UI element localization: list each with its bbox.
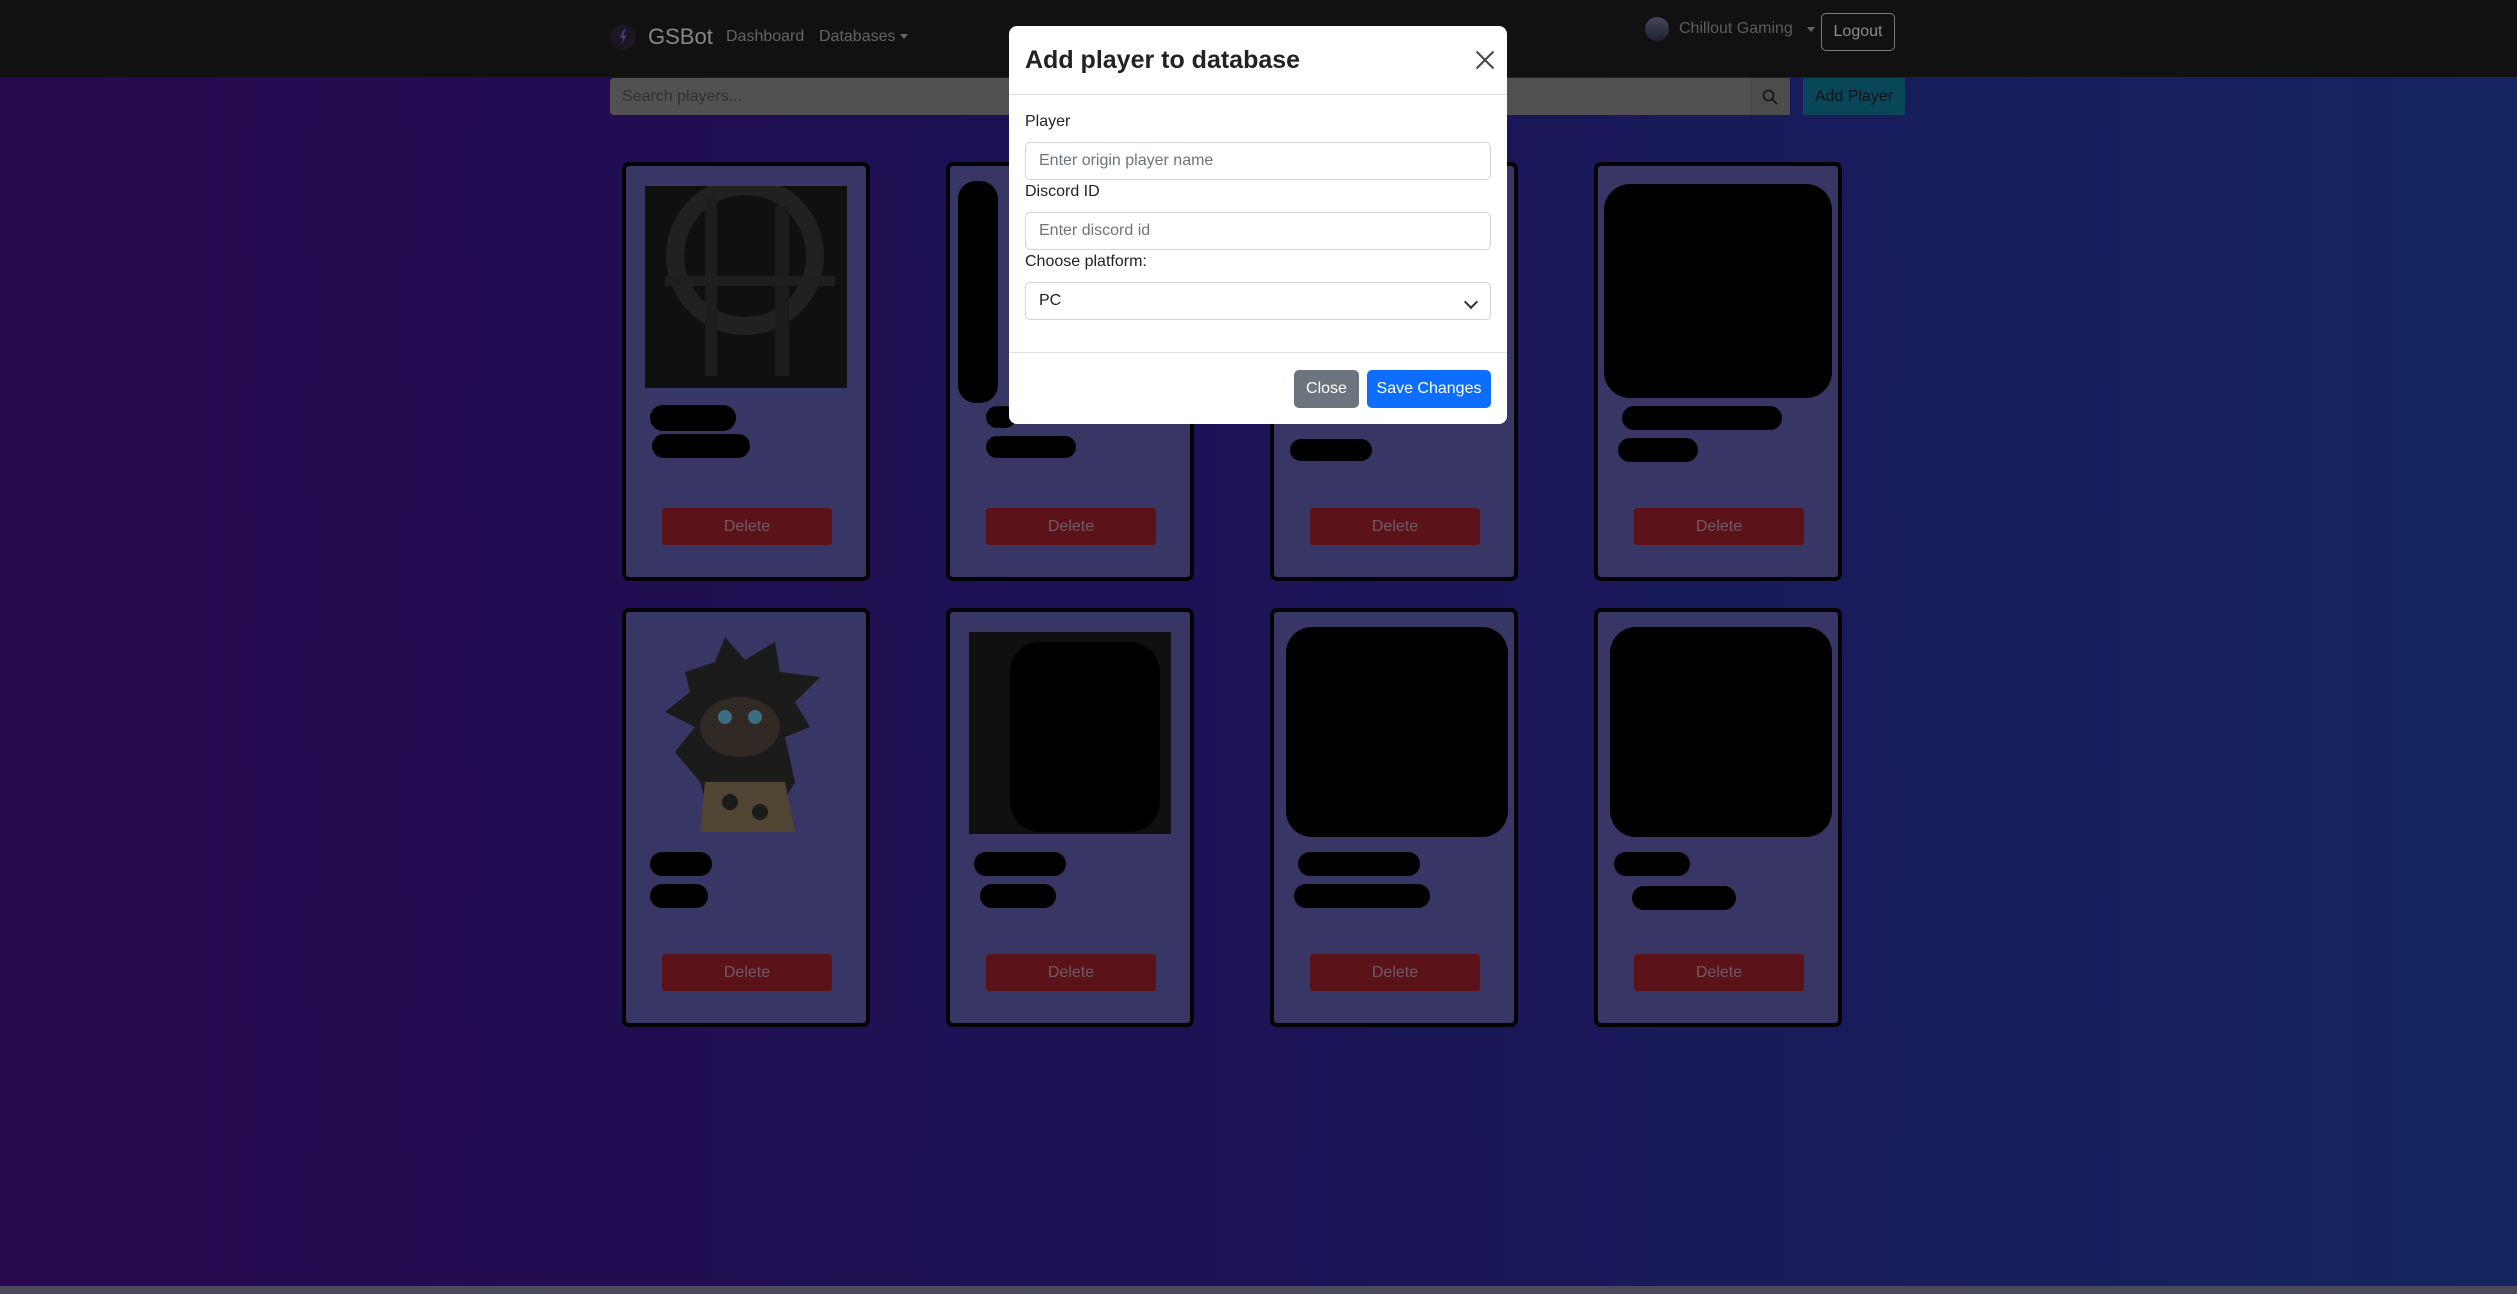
platform-label: Choose platform: — [1025, 253, 1147, 270]
save-changes-button[interactable]: Save Changes — [1367, 370, 1491, 408]
discord-id-label: Discord ID — [1025, 183, 1100, 200]
discord-id-input[interactable]: Enter discord id — [1025, 212, 1491, 250]
modal-header: Add player to database — [1009, 26, 1507, 95]
player-label: Player — [1025, 113, 1071, 130]
player-name-input[interactable]: Enter origin player name — [1025, 142, 1491, 180]
close-button[interactable]: Close — [1294, 370, 1359, 408]
platform-select[interactable]: PC — [1025, 282, 1491, 320]
modal-title: Add player to database — [1025, 46, 1301, 74]
bottom-strip — [0, 1286, 2517, 1294]
close-icon[interactable] — [1475, 50, 1495, 70]
chevron-down-icon — [1463, 294, 1479, 310]
platform-selected-value: PC — [1039, 292, 1062, 309]
add-player-modal: Add player to database Player Enter orig… — [1009, 26, 1507, 424]
modal-footer-divider — [1009, 352, 1507, 353]
